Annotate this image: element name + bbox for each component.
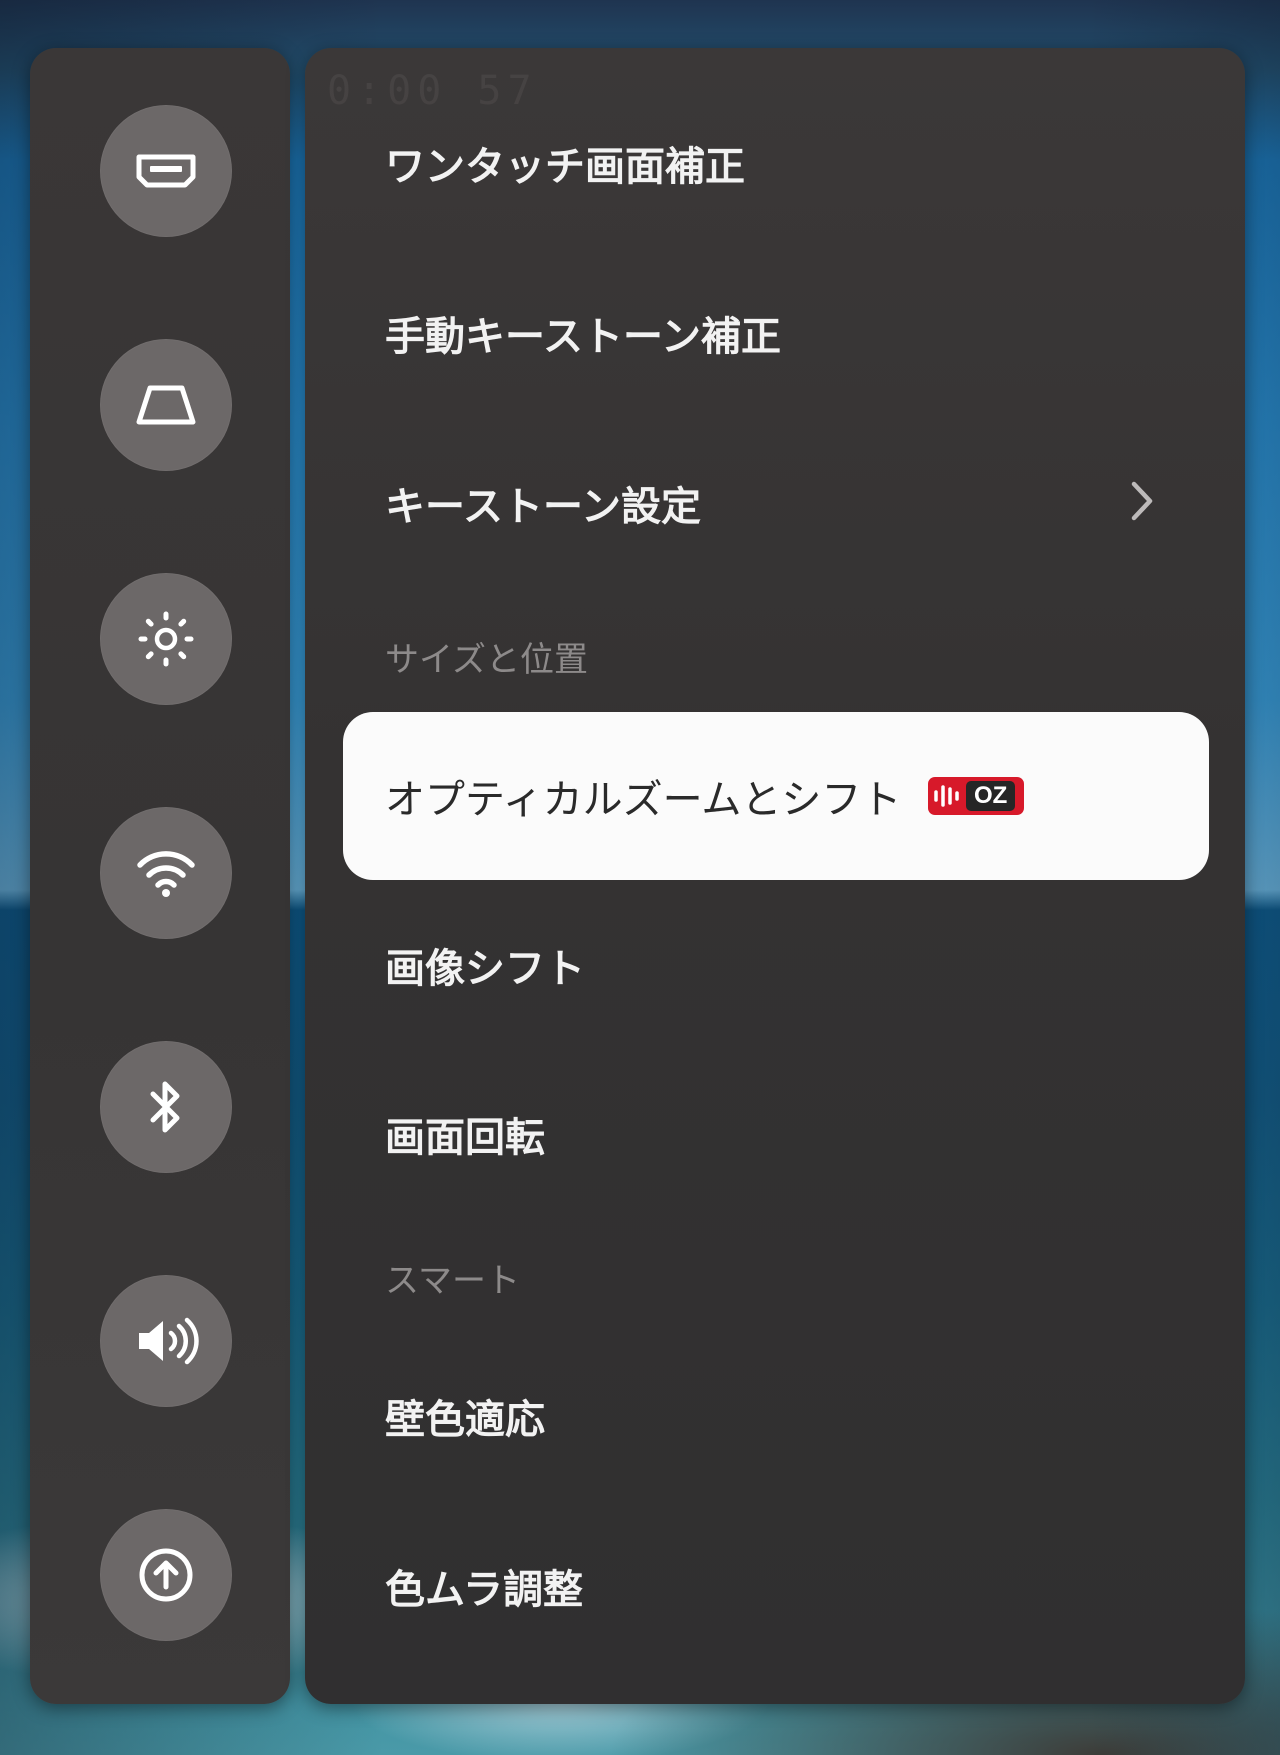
menu-item-keystone-settings[interactable]: キーストーン設定 xyxy=(305,443,1245,563)
menu-item-color-unevenness[interactable]: 色ムラ調整 xyxy=(305,1526,1245,1646)
menu-item-label: 手動キーストーン補正 xyxy=(385,314,781,360)
menu-item-screen-rotation[interactable]: 画面回転 xyxy=(305,1074,1245,1194)
keystone-icon xyxy=(134,383,198,427)
brightness-icon xyxy=(136,609,196,669)
menu-item-manual-keystone[interactable]: 手動キーストーン補正 xyxy=(305,273,1245,393)
volume-icon xyxy=(133,1314,199,1368)
brightness-button[interactable] xyxy=(100,573,232,705)
menu-item-label: 色ムラ調整 xyxy=(385,1567,583,1613)
hdmi-input-icon xyxy=(133,151,199,191)
menu-item-one-touch-correction[interactable]: ワンタッチ画面補正 xyxy=(305,103,1245,223)
menu-item-label: 画面回転 xyxy=(385,1115,545,1161)
section-header-size-position: サイズと位置 xyxy=(385,640,588,680)
settings-panel: 0:00 57 ワンタッチ画面補正 手動キーストーン補正 キーストーン設定 サイ… xyxy=(305,48,1245,1704)
sound-bars-icon xyxy=(928,777,964,815)
bluetooth-icon xyxy=(146,1078,186,1136)
bluetooth-button[interactable] xyxy=(100,1041,232,1173)
menu-item-image-shift[interactable]: 画像シフト xyxy=(305,905,1245,1025)
chevron-right-icon xyxy=(1129,479,1155,527)
menu-item-label: 壁色適応 xyxy=(385,1397,545,1443)
keystone-button[interactable] xyxy=(100,339,232,471)
menu-item-label: 画像シフト xyxy=(385,946,585,992)
menu-item-label: オプティカルズームとシフト xyxy=(385,777,902,823)
upload-icon xyxy=(136,1545,196,1605)
menu-item-label: キーストーン設定 xyxy=(385,484,701,530)
oz-badge: OZ xyxy=(928,777,1024,815)
wifi-button[interactable] xyxy=(100,807,232,939)
volume-button[interactable] xyxy=(100,1275,232,1407)
hdmi-input-button[interactable] xyxy=(100,105,232,237)
upload-button[interactable] xyxy=(100,1509,232,1641)
menu-item-optical-zoom-shift[interactable]: オプティカルズームとシフト OZ xyxy=(343,712,1209,880)
section-header-smart: スマート xyxy=(385,1261,520,1301)
icon-rail xyxy=(30,48,290,1704)
wifi-icon xyxy=(134,847,198,899)
menu-item-label: ワンタッチ画面補正 xyxy=(385,144,745,190)
oz-badge-text: OZ xyxy=(966,781,1016,811)
menu-item-wall-color[interactable]: 壁色適応 xyxy=(305,1356,1245,1476)
